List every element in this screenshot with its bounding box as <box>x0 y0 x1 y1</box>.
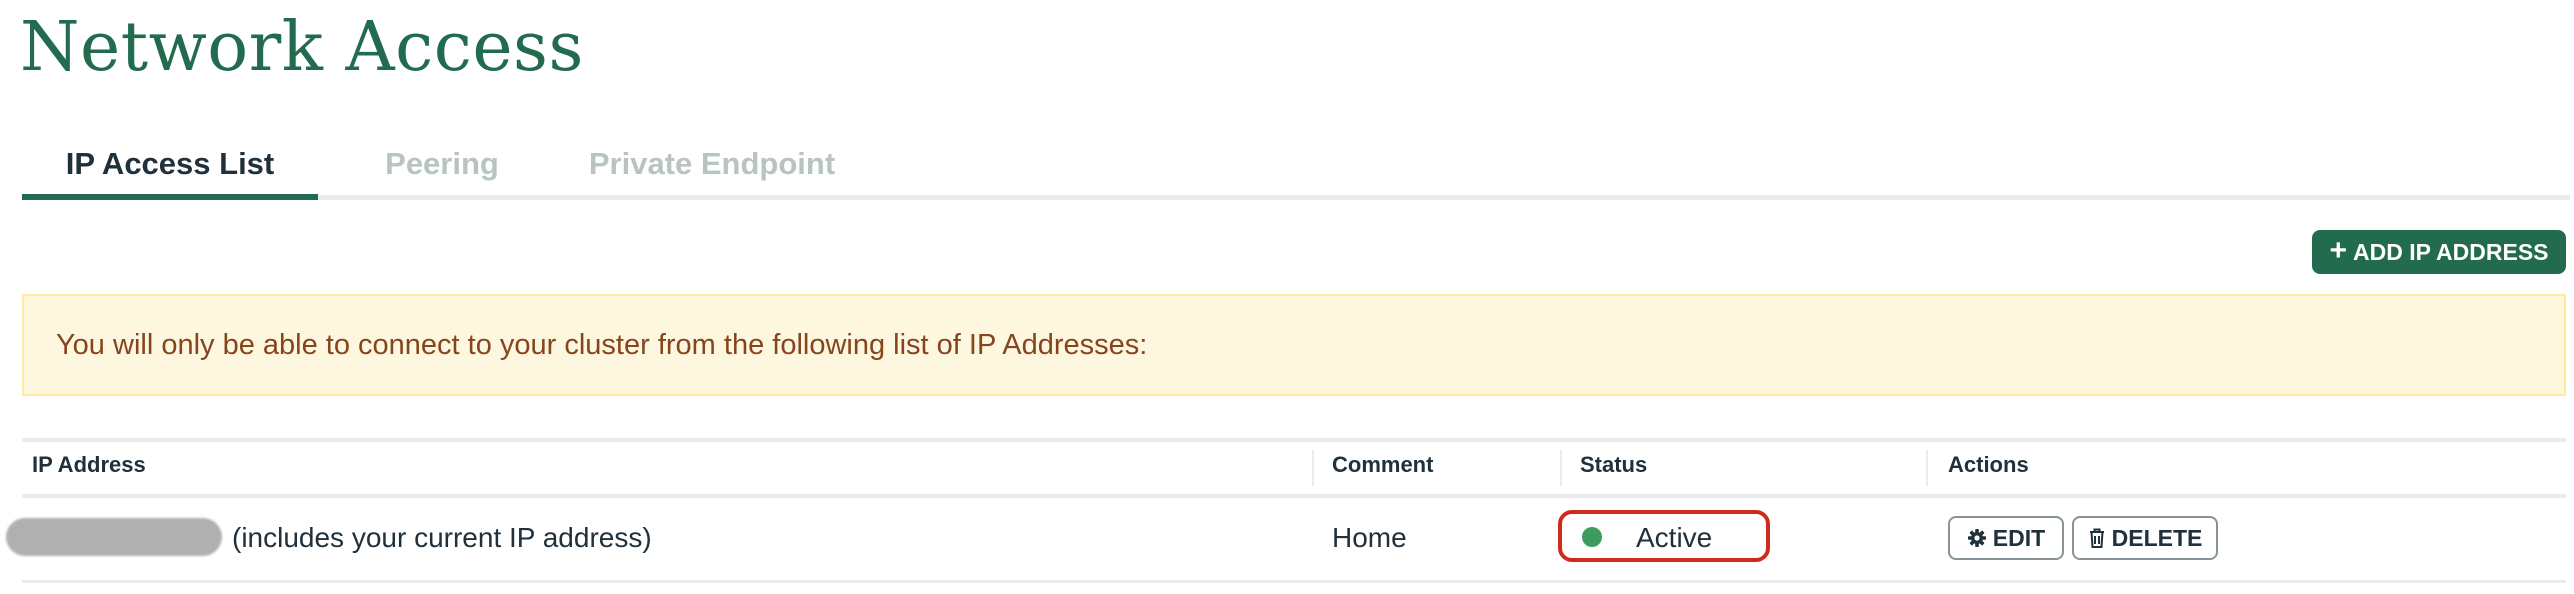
tab-peering[interactable]: Peering <box>332 136 552 200</box>
ip-address-note: (includes your current IP address) <box>232 522 652 553</box>
trash-icon <box>2088 527 2106 549</box>
gear-icon <box>1967 528 1987 548</box>
column-divider <box>1312 450 1314 486</box>
tab-private-endpoint[interactable]: Private Endpoint <box>562 136 862 200</box>
column-header-comment: Comment <box>1332 452 1434 477</box>
column-divider <box>1560 450 1562 486</box>
tab-ip-access-list[interactable]: IP Access List <box>22 136 318 200</box>
status-text: Active <box>1636 522 1713 553</box>
status-dot-icon <box>1582 527 1602 547</box>
comment-cell: Home <box>1332 522 1407 553</box>
tab-bar: IP Access List Peering Private Endpoint <box>22 136 2570 200</box>
table-row: (includes your current IP address) Home … <box>6 498 2566 583</box>
column-header-actions: Actions <box>1948 452 2029 477</box>
add-ip-address-label: ADD IP ADDRESS <box>2352 238 2549 265</box>
plus-icon: + <box>2329 233 2347 267</box>
ip-access-table: IP Address Comment Status Actions (inclu… <box>6 438 2566 583</box>
edit-button[interactable]: EDIT <box>1948 516 2064 560</box>
info-banner-text: You will only be able to connect to your… <box>56 328 1148 361</box>
delete-button[interactable]: DELETE <box>2072 516 2218 560</box>
column-divider <box>1926 450 1928 486</box>
info-banner: You will only be able to connect to your… <box>22 294 2566 396</box>
column-header-ip-address: IP Address <box>32 452 146 477</box>
column-header-status: Status <box>1580 452 1648 477</box>
page-title: Network Access <box>20 8 584 87</box>
edit-label: EDIT <box>1992 524 2046 551</box>
delete-label: DELETE <box>2111 524 2203 551</box>
table-header: IP Address Comment Status Actions <box>22 438 2566 498</box>
add-ip-address-button[interactable]: + ADD IP ADDRESS <box>2312 230 2566 274</box>
redacted-ip-address <box>6 518 222 556</box>
